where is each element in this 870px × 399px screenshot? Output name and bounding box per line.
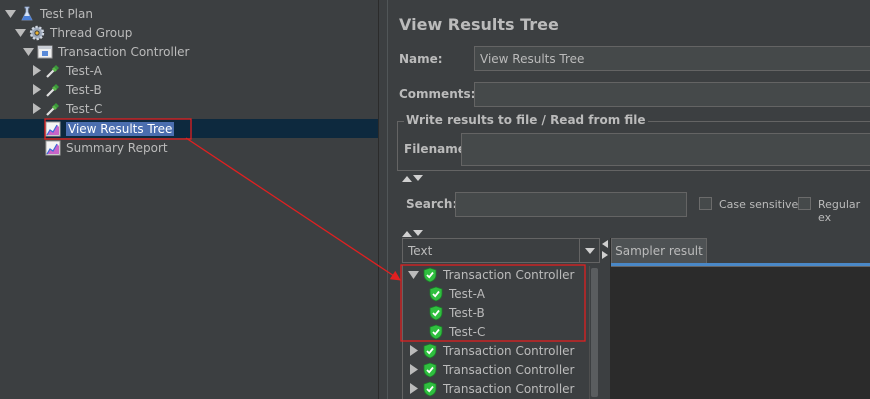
result-item-label: Transaction Controller: [443, 362, 575, 377]
pipette-icon: [44, 62, 62, 80]
result-item-transaction-controller[interactable]: Transaction Controller: [407, 341, 575, 360]
expand-toggle-icon[interactable]: [14, 27, 26, 39]
tab-label: Sampler result: [615, 244, 703, 258]
tree-item-transaction-controller[interactable]: Transaction Controller: [22, 42, 190, 61]
chevron-down-icon[interactable]: [579, 239, 599, 262]
view-results-tree-panel: View Results Tree Name: Comments: Write …: [389, 0, 870, 399]
sampler-result-area: Sampler result: [610, 238, 870, 399]
success-shield-icon: [423, 381, 437, 397]
tree-item-label: Test Plan: [40, 6, 93, 21]
success-shield-icon: [423, 267, 437, 283]
comments-label: Comments:: [399, 87, 476, 101]
arrow-up-icon[interactable]: [402, 226, 412, 237]
page-title: View Results Tree: [399, 15, 559, 34]
chart-icon: [44, 120, 62, 138]
pane-splitter[interactable]: [378, 0, 388, 399]
gear-icon: [28, 24, 46, 42]
file-group: Write results to file / Read from file F…: [397, 113, 870, 171]
tree-item-label: Summary Report: [66, 140, 168, 155]
arrow-up-icon[interactable]: [402, 171, 412, 182]
collapsed-toggle-icon[interactable]: [407, 383, 419, 395]
pipette-icon: [44, 81, 62, 99]
tree-item-thread-group[interactable]: Thread Group: [14, 23, 132, 42]
comments-field[interactable]: [474, 82, 870, 107]
expand-toggle-icon[interactable]: [4, 8, 16, 20]
expand-toggle-icon[interactable]: [22, 46, 34, 58]
tree-item-label: Transaction Controller: [58, 44, 190, 59]
regex-label: Regular ex: [818, 198, 861, 224]
tree-item-test-c[interactable]: Test-C: [30, 99, 102, 118]
results-list: Transaction Controller Test-A Test-B Tes…: [402, 265, 600, 399]
filename-label: Filename: [404, 142, 466, 156]
collapsed-toggle-icon[interactable]: [30, 103, 42, 115]
tree-item-test-plan[interactable]: Test Plan: [4, 4, 93, 23]
collapse-arrows[interactable]: [402, 226, 423, 237]
tree-item-label: Test-A: [66, 63, 102, 78]
flask-icon: [18, 5, 36, 23]
search-input[interactable]: [455, 192, 687, 217]
result-item-label: Test-B: [449, 305, 485, 320]
pipette-icon: [44, 100, 62, 118]
renderer-select[interactable]: Text: [402, 238, 600, 263]
result-item-label: Test-A: [449, 286, 485, 301]
tree-item-summary-report[interactable]: Summary Report: [44, 138, 168, 157]
regex-checkbox[interactable]: [798, 197, 811, 210]
result-item-label: Transaction Controller: [443, 267, 575, 282]
tab-sampler-result[interactable]: Sampler result: [611, 238, 707, 263]
result-item-test-c[interactable]: Test-C: [429, 322, 485, 341]
result-item-test-b[interactable]: Test-B: [429, 303, 485, 322]
controller-icon: [36, 43, 54, 61]
success-shield-icon: [429, 324, 443, 340]
collapsed-toggle-icon[interactable]: [30, 65, 42, 77]
collapsed-toggle-icon[interactable]: [407, 364, 419, 376]
result-item-transaction-controller[interactable]: Transaction Controller: [407, 265, 575, 284]
collapse-arrows[interactable]: [402, 171, 423, 182]
result-item-label: Test-C: [449, 324, 486, 339]
tree-item-label: Test-C: [66, 101, 103, 116]
scrollbar-thumb[interactable]: [591, 268, 598, 397]
result-item-label: Transaction Controller: [443, 381, 575, 396]
collapsed-toggle-icon[interactable]: [407, 345, 419, 357]
test-plan-tree: Test Plan Thread Group Transaction Contr…: [0, 0, 378, 399]
result-item-transaction-controller[interactable]: Transaction Controller: [407, 360, 575, 379]
case-sensitive-checkbox[interactable]: [699, 197, 712, 210]
name-field[interactable]: [474, 46, 870, 71]
tree-item-view-results-tree[interactable]: View Results Tree: [0, 119, 378, 138]
renderer-select-value: Text: [408, 243, 433, 258]
results-splitter[interactable]: [600, 238, 609, 399]
case-sensitive-label: Case sensitive: [719, 198, 799, 211]
arrow-down-icon[interactable]: [413, 171, 423, 181]
success-shield-icon: [429, 286, 443, 302]
arrow-down-icon[interactable]: [413, 226, 423, 236]
success-shield-icon: [429, 305, 443, 321]
result-item-label: Transaction Controller: [443, 343, 575, 358]
success-shield-icon: [423, 343, 437, 359]
success-shield-icon: [423, 362, 437, 378]
tree-item-test-a[interactable]: Test-A: [30, 61, 102, 80]
tree-item-label: Test-B: [66, 82, 102, 97]
sampler-result-content: [611, 266, 870, 399]
filename-field[interactable]: [461, 133, 870, 166]
file-group-title: Write results to file / Read from file: [404, 113, 648, 127]
tree-item-label: Thread Group: [50, 25, 133, 40]
chart-icon: [44, 139, 62, 157]
collapsed-toggle-icon[interactable]: [30, 84, 42, 96]
tree-item-label: View Results Tree: [66, 121, 175, 136]
results-scrollbar[interactable]: [589, 266, 599, 399]
result-item-test-a[interactable]: Test-A: [429, 284, 485, 303]
name-label: Name:: [399, 52, 443, 66]
expand-toggle-icon[interactable]: [407, 269, 419, 281]
search-label: Search:: [406, 197, 458, 211]
tree-item-test-b[interactable]: Test-B: [30, 80, 102, 99]
result-item-transaction-controller[interactable]: Transaction Controller: [407, 379, 575, 398]
